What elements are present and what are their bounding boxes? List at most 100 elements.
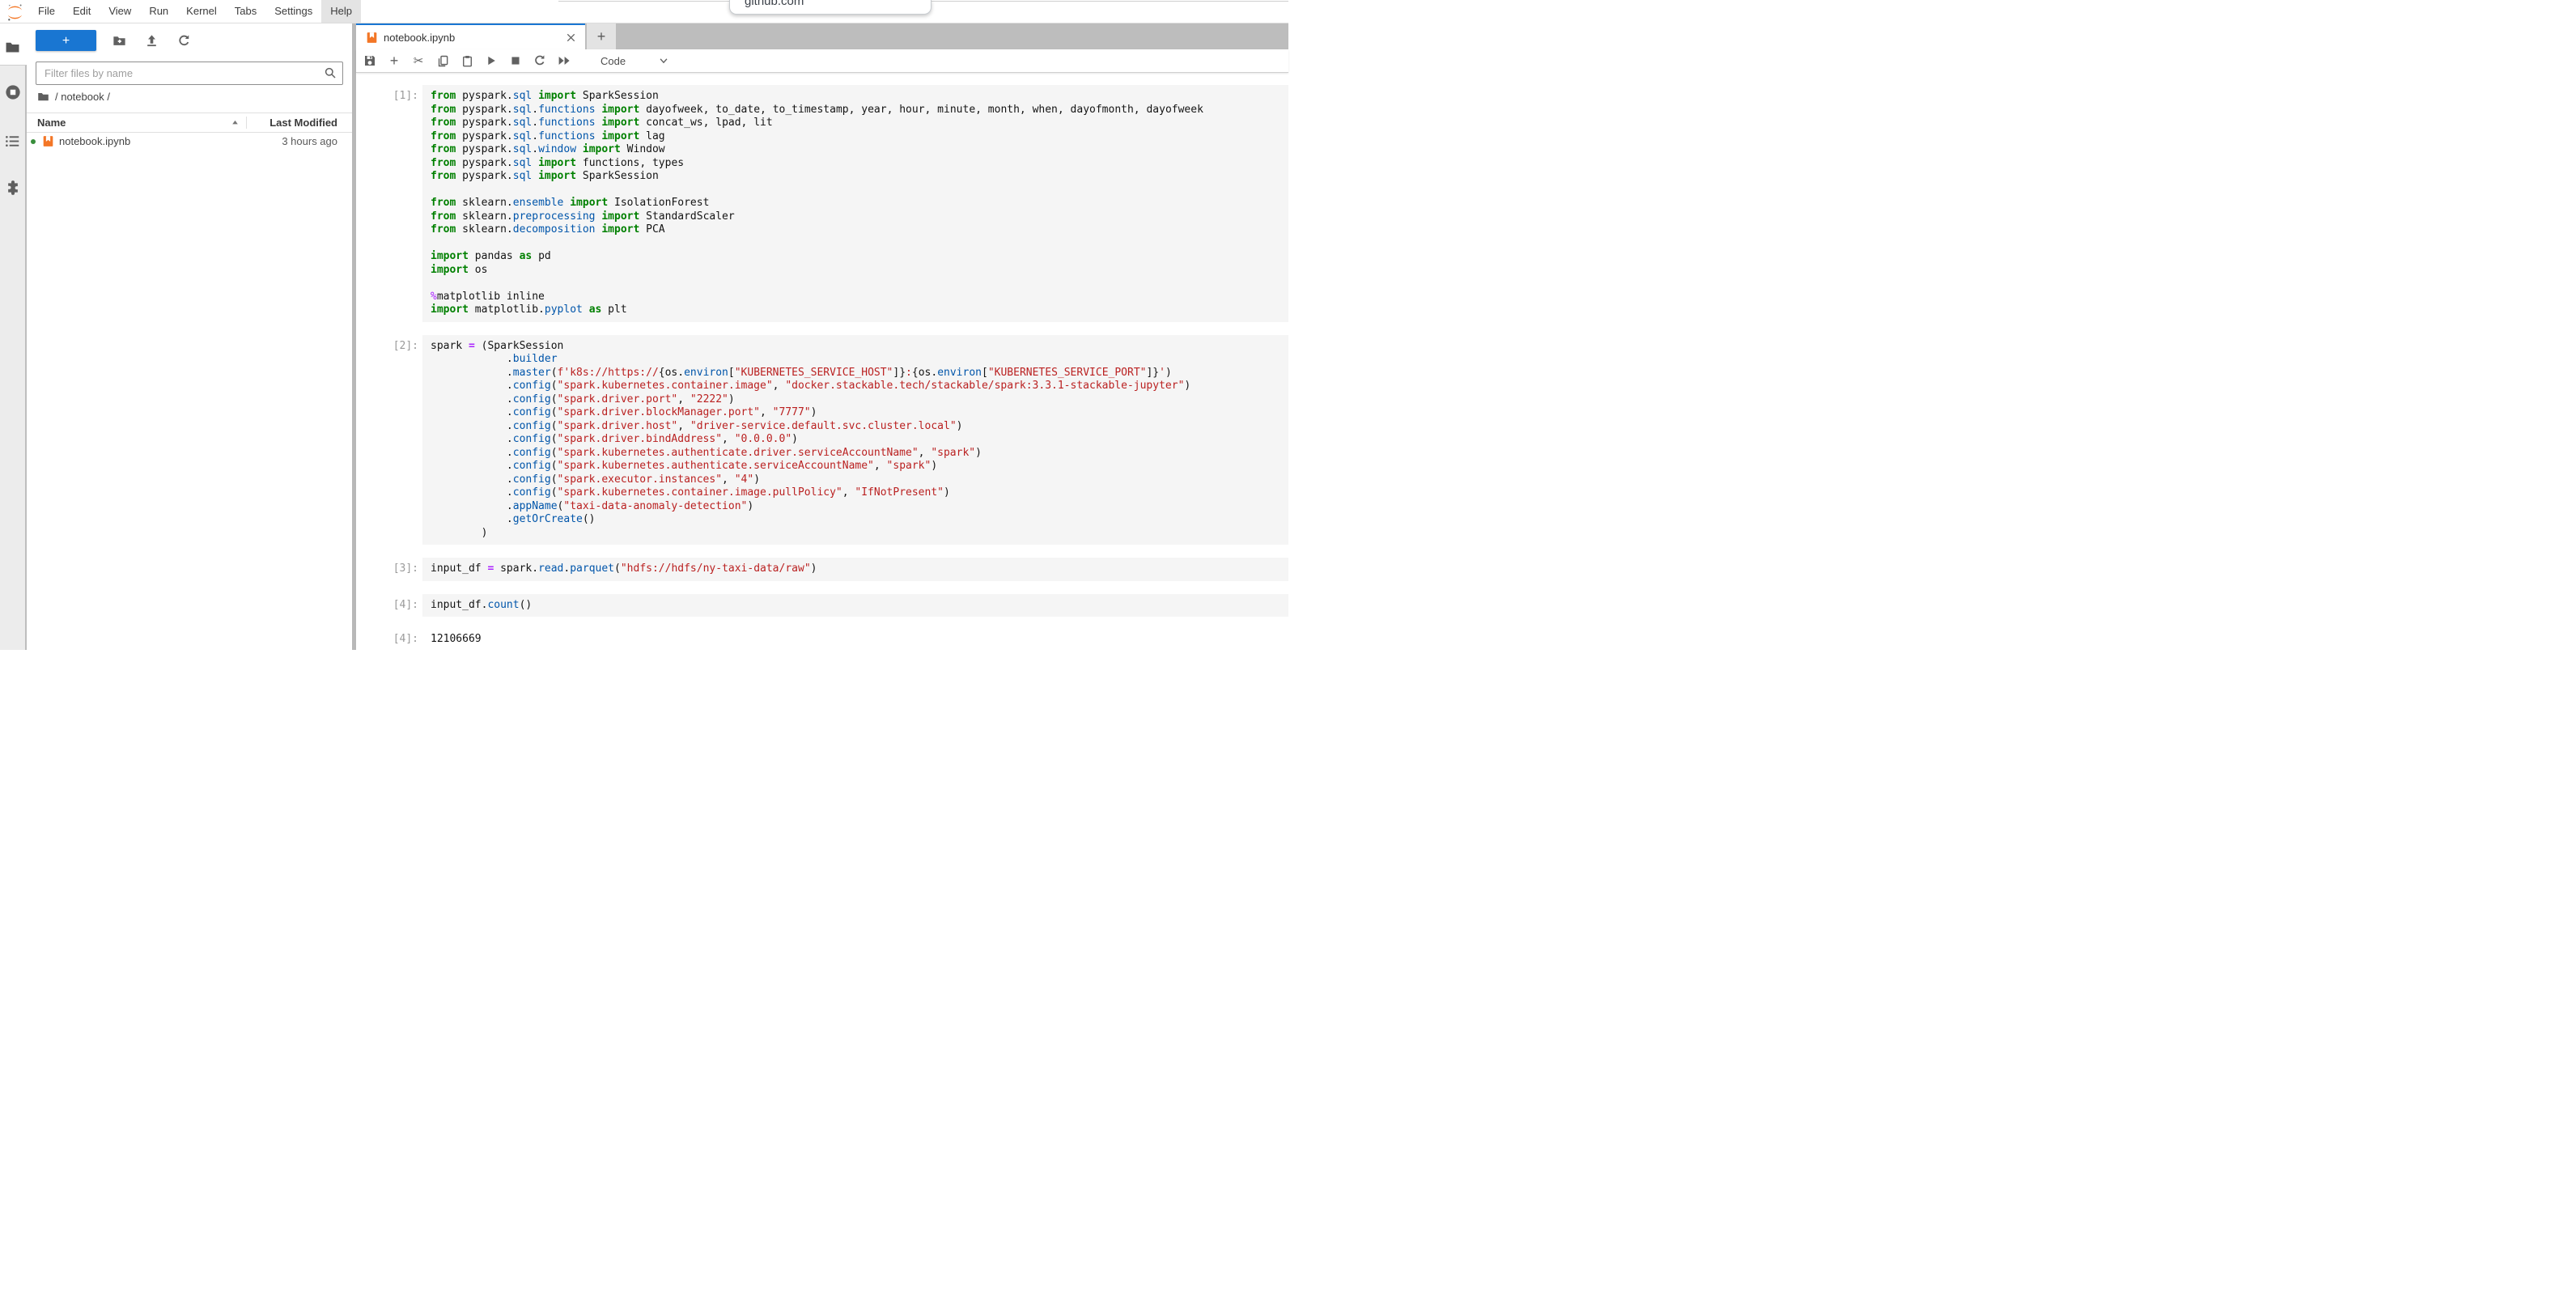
chevron-down-icon: [658, 55, 669, 66]
file-browser-toolbar: +: [36, 30, 343, 51]
sidebar-tab-file-browser[interactable]: [0, 29, 25, 65]
notebook-cell: [1]:from pyspark.sql import SparkSession…: [356, 85, 1288, 322]
cell-input-prompt: [3]:: [356, 558, 422, 581]
notebook-cell: [2]:spark = (SparkSession .builder .mast…: [356, 335, 1288, 545]
upload-button[interactable]: [142, 31, 161, 50]
main-dock-panel: notebook.ipynb + +✂ Code [1]:from pyspar…: [356, 23, 1288, 650]
stop-button[interactable]: [507, 52, 524, 70]
cell-input-prompt: [1]:: [356, 85, 422, 322]
stop-icon: [510, 55, 521, 66]
browser-origin-text: github.com: [745, 0, 804, 8]
file-list-header: Name Last Modified: [27, 112, 352, 133]
copy-icon: [437, 55, 449, 67]
sidebar-tab-running-sessions[interactable]: [0, 74, 25, 110]
file-list: notebook.ipynb3 hours ago: [27, 131, 352, 151]
upload-icon: [145, 34, 159, 48]
code-line: from sklearn.ensemble import IsolationFo…: [431, 197, 1280, 210]
cell-input-prompt: [4]:: [356, 594, 422, 618]
cell-output-area: [4]:12106669: [356, 628, 1288, 650]
code-line: from sklearn.preprocessing import Standa…: [431, 210, 1280, 224]
code-line: .config("spark.driver.blockManager.port"…: [431, 406, 1280, 420]
new-tab-button[interactable]: +: [587, 23, 616, 49]
copy-button[interactable]: [434, 52, 452, 70]
file-modified: 3 hours ago: [246, 135, 352, 147]
cell-output-prompt: [4]:: [356, 628, 422, 650]
sidebar-tab-extensions[interactable]: [0, 170, 25, 206]
new-folder-button[interactable]: [109, 31, 129, 50]
menu-view[interactable]: View: [100, 0, 140, 23]
cut-button[interactable]: ✂: [410, 52, 427, 70]
code-line: from sklearn.decomposition import PCA: [431, 223, 1280, 237]
code-line: [431, 237, 1280, 251]
code-line: .config("spark.driver.bindAddress", "0.0…: [431, 433, 1280, 447]
cell-input-prompt: [2]:: [356, 335, 422, 545]
code-line: spark = (SparkSession: [431, 340, 1280, 354]
code-line: .appName("taxi-data-anomaly-detection"): [431, 500, 1280, 514]
cell-editor[interactable]: input_df = spark.read.parquet("hdfs://hd…: [422, 558, 1288, 581]
search-icon: [324, 66, 337, 79]
column-header-name[interactable]: Name: [27, 117, 246, 129]
notebook-scroll-area[interactable]: [1]:from pyspark.sql import SparkSession…: [356, 73, 1288, 650]
insert-icon: +: [390, 53, 399, 68]
code-line: .builder: [431, 353, 1280, 367]
menu-tabs[interactable]: Tabs: [226, 0, 265, 23]
refresh-icon: [177, 34, 191, 48]
menu-run[interactable]: Run: [140, 0, 177, 23]
paste-button[interactable]: [458, 52, 476, 70]
cell-output-text: 12106669: [422, 628, 490, 650]
notebook-cell: [4]:input_df.count(): [356, 594, 1288, 618]
new-launcher-button[interactable]: +: [36, 30, 96, 51]
menu-edit[interactable]: Edit: [64, 0, 100, 23]
code-line: [431, 184, 1280, 197]
tab-title: notebook.ipynb: [384, 32, 563, 44]
code-line: from pyspark.sql.functions import dayofw…: [431, 104, 1280, 117]
save-button[interactable]: [361, 52, 379, 70]
cell-editor[interactable]: spark = (SparkSession .builder .master(f…: [422, 335, 1288, 545]
cell-editor[interactable]: from pyspark.sql import SparkSessionfrom…: [422, 85, 1288, 322]
code-line: import pandas as pd: [431, 250, 1280, 264]
column-header-modified[interactable]: Last Modified: [246, 117, 352, 129]
run-all-button[interactable]: [555, 52, 573, 70]
menu-bar: FileEditViewRunKernelTabsSettingsHelp: [0, 0, 1288, 23]
code-line: %matplotlib inline: [431, 291, 1280, 304]
code-line: .config("spark.kubernetes.authenticate.d…: [431, 447, 1280, 461]
code-line: ): [431, 527, 1280, 541]
close-tab-icon[interactable]: [563, 30, 579, 45]
file-name: notebook.ipynb: [59, 135, 246, 147]
cell-editor[interactable]: input_df.count(): [422, 594, 1288, 618]
restart-button[interactable]: [531, 52, 549, 70]
restart-icon: [533, 54, 546, 67]
menu-help[interactable]: Help: [321, 0, 361, 23]
breadcrumb[interactable]: / notebook /: [37, 91, 110, 103]
code-line: from pyspark.sql import functions, types: [431, 157, 1280, 171]
file-filter-input[interactable]: [36, 62, 343, 85]
notebook-toolbar: + ✂ Code: [356, 49, 1288, 73]
code-line: .getOrCreate(): [431, 513, 1280, 527]
refresh-button[interactable]: [174, 31, 193, 50]
run-button[interactable]: [482, 52, 500, 70]
notebook-cell: [3]: input_df = spark.read.parquet("hdfs:…: [356, 558, 1288, 581]
code-line: from pyspark.sql.functions import concat…: [431, 117, 1280, 130]
menu-file[interactable]: File: [29, 0, 64, 23]
sort-ascending-icon: [231, 118, 240, 127]
menu-settings[interactable]: Settings: [265, 0, 321, 23]
folder-icon: [5, 40, 20, 55]
breadcrumb-path: / notebook /: [55, 91, 110, 103]
code-line: import os: [431, 264, 1280, 278]
folder-plus-icon: [112, 34, 126, 48]
run-icon: [486, 55, 497, 66]
code-line: input_df = spark.read.parquet("hdfs://hd…: [431, 562, 1280, 576]
file-browser-panel: + / notebook / Name Last Modified notebo…: [27, 23, 352, 650]
cell-type-dropdown[interactable]: Code: [601, 55, 669, 67]
code-line: .config("spark.driver.port", "2222"): [431, 393, 1280, 407]
menu-kernel[interactable]: Kernel: [177, 0, 226, 23]
sidebar-tab-table-of-contents[interactable]: [0, 123, 25, 159]
stop-circle-icon: [5, 84, 21, 100]
notebook-file-icon: [366, 32, 378, 44]
code-line: .config("spark.kubernetes.container.imag…: [431, 486, 1280, 500]
code-line: [431, 277, 1280, 291]
file-row[interactable]: notebook.ipynb3 hours ago: [27, 131, 352, 151]
insert-button[interactable]: +: [385, 52, 403, 70]
file-filter: [36, 62, 343, 85]
notebook-tab[interactable]: notebook.ipynb: [356, 23, 585, 49]
